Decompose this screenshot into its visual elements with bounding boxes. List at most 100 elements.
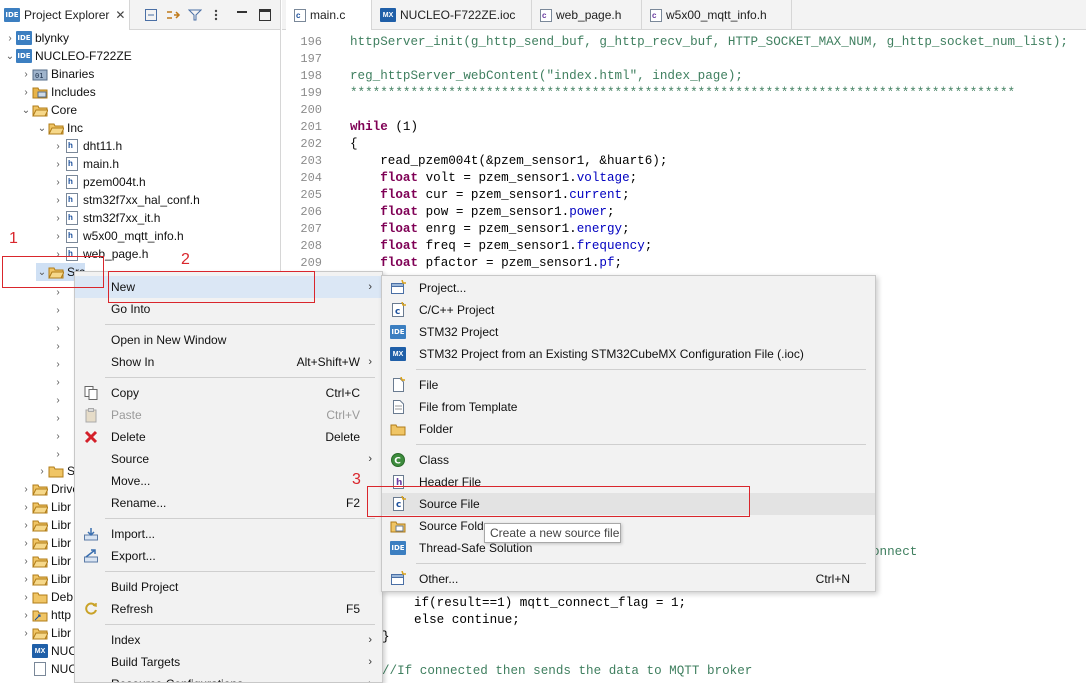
menu-item-paste[interactable]: Paste Ctrl+V: [75, 404, 382, 426]
tree-item-nucleo-file[interactable]: NUC: [32, 660, 77, 678]
tree-item-mqtt-info[interactable]: › h w5x00_mqtt_info.h: [52, 227, 184, 245]
tree-item-includes[interactable]: › Includes: [20, 83, 95, 101]
code-line[interactable]: httpServer_init(g_http_send_buf, g_http_…: [350, 34, 1068, 51]
tree-item-src-child[interactable]: ›: [52, 391, 64, 409]
tree-item-src-child[interactable]: ›: [52, 319, 64, 337]
tree-item-src-child[interactable]: ›: [52, 337, 64, 355]
maximize-icon[interactable]: [257, 7, 273, 23]
code-line[interactable]: float pow = pzem_sensor1.power;: [350, 204, 614, 221]
menu-item-move[interactable]: Move...: [75, 470, 382, 492]
menu-item-index[interactable]: Index ›: [75, 629, 382, 651]
menu-item-copy[interactable]: Copy Ctrl+C: [75, 382, 382, 404]
menu-item-refresh[interactable]: Refresh F5: [75, 598, 382, 620]
source-folder-icon: [32, 520, 48, 532]
tree-item-src-child[interactable]: ›: [52, 373, 64, 391]
code-line[interactable]: if(result==1) mqtt_connect_flag = 1;: [414, 595, 686, 612]
collapse-all-icon[interactable]: [143, 7, 159, 23]
tree-item-blynky[interactable]: › IDE blynky: [4, 29, 69, 47]
tab-web-page-h[interactable]: c web_page.h: [532, 0, 642, 30]
code-line[interactable]: read_pzem004t(&pzem_sensor1, &huart6);: [350, 153, 667, 170]
tree-item-library[interactable]: › Libr: [20, 498, 71, 516]
code-line[interactable]: ****************************************…: [350, 85, 1015, 102]
menu-item-export[interactable]: Export...: [75, 545, 382, 567]
tab-nucleo-ioc[interactable]: MX NUCLEO-F722ZE.ioc: [372, 0, 532, 30]
menu-item-rename[interactable]: Rename... F2: [75, 492, 382, 514]
chevron-right-icon[interactable]: ›: [52, 195, 64, 206]
submenu-item-file-from-template[interactable]: File from Template: [382, 396, 875, 418]
chevron-right-icon[interactable]: ›: [4, 33, 16, 44]
code-line[interactable]: }: [382, 629, 390, 646]
tree-item-src-child[interactable]: ›: [52, 355, 64, 373]
menu-item-open-in-new-window[interactable]: Open in New Window: [75, 329, 382, 351]
close-icon[interactable]: ✕: [115, 8, 125, 22]
chevron-down-icon[interactable]: ⌄: [4, 51, 16, 62]
tree-item-pzem[interactable]: › h pzem004t.h: [52, 173, 146, 191]
menu-item-build-targets[interactable]: Build Targets ›: [75, 651, 382, 673]
code-line[interactable]: float freq = pzem_sensor1.frequency;: [350, 238, 652, 255]
code-line[interactable]: {: [350, 136, 358, 153]
code-line[interactable]: float cur = pzem_sensor1.current;: [350, 187, 629, 204]
filter-icon[interactable]: [187, 7, 203, 23]
code-line[interactable]: float pfactor = pzem_sensor1.pf;: [350, 255, 622, 272]
tree-item-hal-conf[interactable]: › h stm32f7xx_hal_conf.h: [52, 191, 200, 209]
tree-item-inc[interactable]: ⌄ Inc: [36, 119, 83, 137]
tree-item-dht11[interactable]: › h dht11.h: [52, 137, 122, 155]
menu-item-show-in[interactable]: Show In Alt+Shift+W ›: [75, 351, 382, 373]
tree-item-library[interactable]: › Libr: [20, 534, 71, 552]
tab-w5x00-mqtt-info[interactable]: c w5x00_mqtt_info.h: [642, 0, 792, 30]
tab-main-c[interactable]: c main.c: [286, 0, 372, 30]
submenu-item-stm32-project-from-an-existing-stm32cube[interactable]: MX STM32 Project from an Existing STM32Cu…: [382, 343, 875, 365]
tab-project-explorer[interactable]: IDE Project Explorer ✕: [0, 0, 130, 30]
chevron-right-icon[interactable]: ›: [20, 87, 32, 98]
submenu-item-thread-safe-solution[interactable]: IDE Thread-Safe Solution: [382, 537, 875, 559]
submenu-item-other[interactable]: Other... Ctrl+N: [382, 568, 875, 590]
code-fragment[interactable]: onnect: [872, 544, 917, 561]
tree-item-library[interactable]: › Libr: [20, 570, 71, 588]
menu-item-build-project[interactable]: Build Project: [75, 576, 382, 598]
code-line[interactable]: //If connected then sends the data to MQ…: [382, 663, 752, 680]
tree-item-library[interactable]: › Libr: [20, 516, 71, 534]
submenu-item-source-folder[interactable]: Source Folder: [382, 515, 875, 537]
chevron-right-icon[interactable]: ›: [52, 159, 64, 170]
minimize-icon[interactable]: [234, 7, 250, 23]
tree-item-debug[interactable]: › Deb: [20, 588, 73, 606]
code-line[interactable]: reg_httpServer_webContent("index.html", …: [350, 68, 743, 85]
submenu-item-stm32-project[interactable]: IDE STM32 Project: [382, 321, 875, 343]
tree-item-src-child[interactable]: ›: [52, 301, 64, 319]
submenu-item-c-c-project[interactable]: c C/C++ Project: [382, 299, 875, 321]
tree-item-library[interactable]: › Libr: [20, 552, 71, 570]
submenu-item-project[interactable]: Project...: [382, 277, 875, 299]
menu-icon[interactable]: [208, 7, 224, 23]
tree-item-main-h[interactable]: › h main.h: [52, 155, 119, 173]
code-line[interactable]: while (1): [350, 119, 418, 136]
tree-item-core[interactable]: ⌄ Core: [20, 101, 77, 119]
menu-item-delete[interactable]: Delete Delete: [75, 426, 382, 448]
submenu-item-file[interactable]: File: [382, 374, 875, 396]
code-line[interactable]: float enrg = pzem_sensor1.energy;: [350, 221, 629, 238]
link-editor-icon[interactable]: [165, 7, 181, 23]
chevron-right-icon[interactable]: ›: [20, 69, 32, 80]
menu-item-resource-configurations[interactable]: Resource Configurations ›: [75, 673, 382, 682]
tree-item-binaries[interactable]: › 01 Binaries: [20, 65, 94, 83]
tree-item-src-child[interactable]: ›: [52, 445, 64, 463]
code-line[interactable]: float volt = pzem_sensor1.voltage;: [350, 170, 637, 187]
chevron-right-icon[interactable]: ›: [52, 231, 64, 242]
tree-item-nucleo[interactable]: ⌄ IDE NUCLEO-F722ZE: [4, 47, 132, 65]
tree-item-startup[interactable]: › S: [36, 462, 75, 480]
chevron-right-icon[interactable]: ›: [52, 141, 64, 152]
chevron-down-icon[interactable]: ⌄: [20, 105, 32, 116]
chevron-down-icon[interactable]: ⌄: [36, 123, 48, 134]
chevron-right-icon[interactable]: ›: [52, 177, 64, 188]
tree-item-src-child[interactable]: ›: [52, 409, 64, 427]
tree-item-http[interactable]: › http: [20, 606, 71, 624]
tree-item-ioc-file[interactable]: MX NUC: [32, 642, 77, 660]
tree-item-src-child[interactable]: ›: [52, 427, 64, 445]
chevron-right-icon[interactable]: ›: [52, 213, 64, 224]
submenu-item-class[interactable]: C Class: [382, 449, 875, 471]
submenu-item-folder[interactable]: Folder: [382, 418, 875, 440]
code-line[interactable]: else continue;: [414, 612, 520, 629]
tree-item-library[interactable]: › Libr: [20, 624, 71, 642]
tree-item-it-h[interactable]: › h stm32f7xx_it.h: [52, 209, 160, 227]
menu-item-import[interactable]: Import...: [75, 523, 382, 545]
menu-item-source[interactable]: Source ›: [75, 448, 382, 470]
